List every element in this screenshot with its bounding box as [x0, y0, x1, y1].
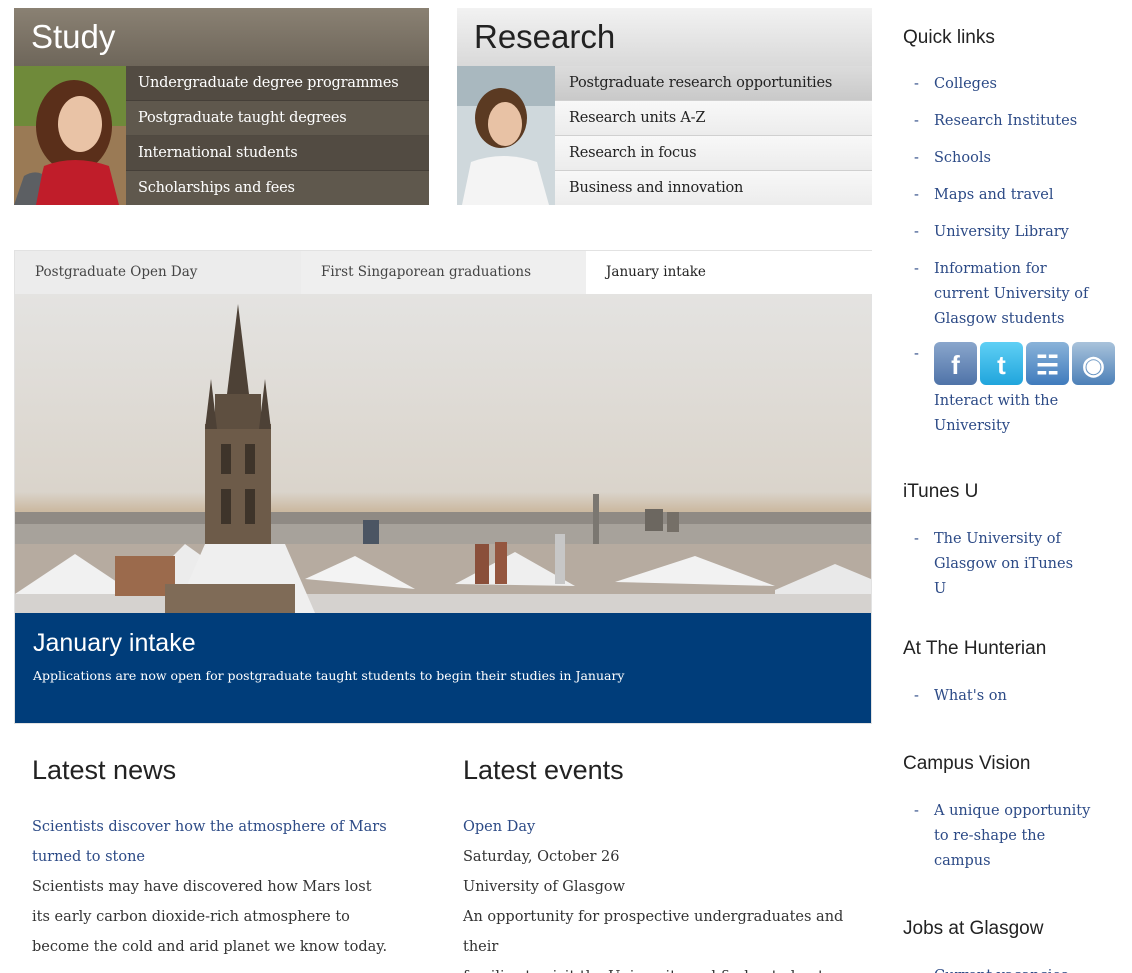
study-title: Study [14, 8, 429, 66]
study-link-undergraduate[interactable]: Undergraduate degree programmes [126, 66, 429, 101]
tab-postgraduate-open-day[interactable]: Postgraduate Open Day [15, 251, 301, 294]
quick-link-current-students[interactable]: Information for current University of Gl… [914, 257, 1094, 332]
campus-vision-link[interactable]: A unique opportunity to re-shape the cam… [914, 799, 1104, 874]
research-link-in-focus[interactable]: Research in focus [555, 136, 872, 171]
research-title: Research [457, 8, 872, 66]
jobs-list: Current vacancies [903, 964, 1123, 973]
research-panel: Research Postgraduate research opportuni… [457, 8, 872, 205]
hero-caption: January intake Applications are now open… [15, 613, 871, 723]
campus-vision-list: A unique opportunity to re-shape the cam… [903, 799, 1123, 874]
event-location: University of Glasgow [463, 879, 626, 895]
interact-link[interactable]: Interact with the University [934, 389, 1084, 439]
research-link-postgraduate[interactable]: Postgraduate research opportunities [555, 66, 872, 101]
news-item-title-line1[interactable]: Scientists discover how the atmosphere o… [32, 812, 442, 842]
research-scientist-photo [457, 66, 555, 205]
quick-link-research-institutes[interactable]: Research Institutes [914, 109, 1123, 134]
hunterian-list: What's on [903, 684, 1123, 709]
event-date: Saturday, October 26 [463, 849, 620, 865]
itunes-heading: iTunes U [903, 481, 979, 502]
news-item-text-line: its early carbon dioxide-rich atmosphere… [32, 909, 350, 925]
latest-events-section: Latest events Open Day Saturday, October… [463, 755, 873, 973]
news-item-title[interactable]: Scientists discover how the atmosphere o… [32, 812, 442, 872]
news-item-text: Scientists may have discovered how Mars … [32, 872, 442, 962]
quick-links-heading: Quick links [903, 27, 995, 48]
campus-vision-heading: Campus Vision [903, 753, 1031, 774]
tab-january-intake[interactable]: January intake [586, 251, 873, 302]
twitter-icon[interactable]: t [980, 342, 1023, 385]
study-link-scholarships[interactable]: Scholarships and fees [126, 171, 429, 205]
event-item-title[interactable]: Open Day [463, 812, 873, 842]
research-link-business[interactable]: Business and innovation [555, 171, 872, 205]
sidebar: Quick links Colleges Research Institutes… [903, 27, 1123, 973]
latest-news-section: Latest news Scientists discover how the … [32, 755, 442, 962]
event-text-line: An opportunity for prospective undergrad… [463, 909, 844, 955]
news-item-text-line: Scientists may have discovered how Mars … [32, 879, 372, 895]
hero-caption-text: Applications are now open for postgradua… [33, 668, 625, 683]
jobs-heading: Jobs at Glasgow [903, 918, 1044, 939]
social-icons: f t ☵ ◉ [934, 342, 1123, 385]
research-link-units[interactable]: Research units A-Z [555, 101, 872, 136]
latest-events-heading: Latest events [463, 755, 624, 785]
feature-carousel: Postgraduate Open Day First Singaporean … [14, 250, 873, 724]
itunes-link[interactable]: The University of Glasgow on iTunes U [914, 527, 1084, 602]
quick-link-schools[interactable]: Schools [914, 146, 1123, 171]
latest-news-heading: Latest news [32, 755, 177, 785]
hunterian-heading: At The Hunterian [903, 638, 1047, 659]
study-link-international[interactable]: International students [126, 136, 429, 171]
study-panel: Study Undergraduate degree programmes Po… [14, 8, 429, 205]
event-text-line: families to visit the University and fin… [463, 962, 873, 973]
feature-tabs: Postgraduate Open Day First Singaporean … [15, 251, 873, 302]
facebook-icon[interactable]: f [934, 342, 977, 385]
rss-icon[interactable]: ☵ [1026, 342, 1069, 385]
study-student-photo [14, 66, 126, 205]
event-text: An opportunity for prospective undergrad… [463, 902, 873, 973]
jobs-vacancies-link[interactable]: Current vacancies [914, 964, 1123, 973]
study-link-postgraduate-taught[interactable]: Postgraduate taught degrees [126, 101, 429, 136]
itunes-list: The University of Glasgow on iTunes U [903, 527, 1123, 602]
news-item-title-line2[interactable]: turned to stone [32, 842, 442, 872]
quick-link-colleges[interactable]: Colleges [914, 72, 1123, 97]
hero-campus-image[interactable] [15, 294, 871, 613]
quick-link-interact: f t ☵ ◉ Interact with the University [914, 342, 1123, 439]
hero-caption-title[interactable]: January intake [33, 629, 871, 658]
weibo-icon[interactable]: ◉ [1072, 342, 1115, 385]
quick-links-list: Colleges Research Institutes Schools Map… [903, 72, 1123, 439]
quick-link-maps-travel[interactable]: Maps and travel [914, 183, 1123, 208]
hunterian-whats-on-link[interactable]: What's on [914, 684, 1123, 709]
quick-link-library[interactable]: University Library [914, 220, 1123, 245]
tab-singaporean-graduations[interactable]: First Singaporean graduations [301, 251, 586, 294]
news-item-text-line: become the cold and arid planet we know … [32, 939, 388, 955]
